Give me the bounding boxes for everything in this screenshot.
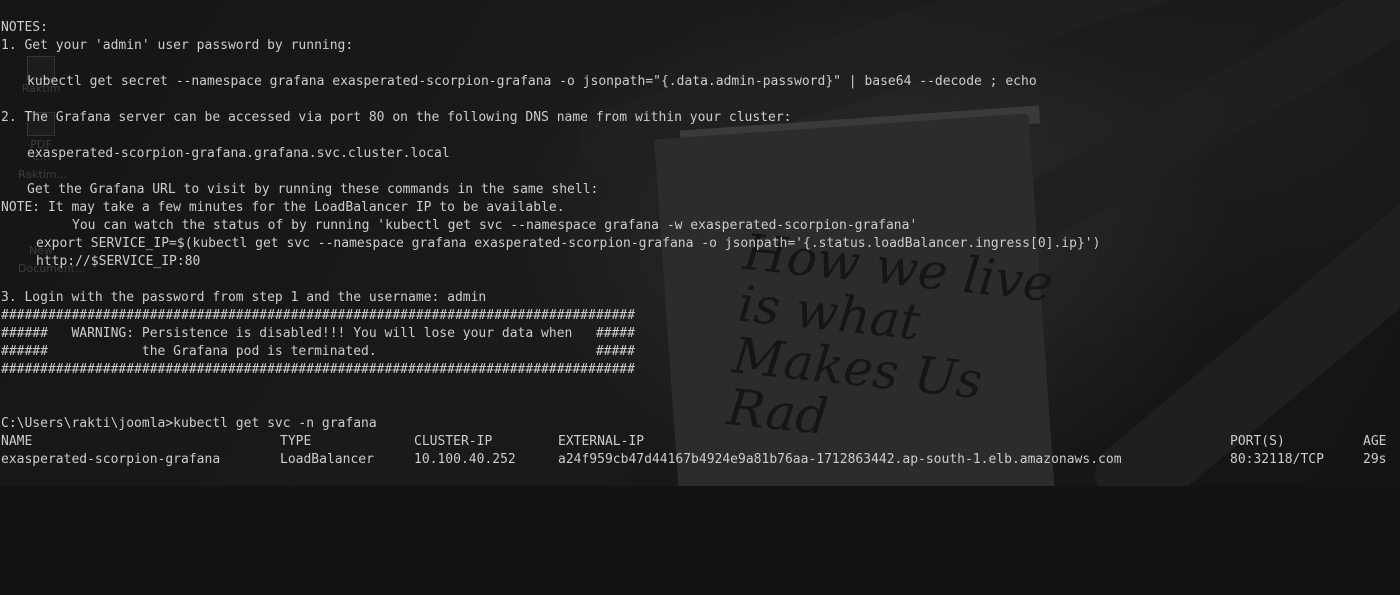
column-header-name: NAME [1,434,33,449]
table-row: exasperated-scorpion-grafana LoadBalance… [1,451,1400,469]
persistence-warning-line2: ###### the Grafana pod is terminated. ##… [1,344,635,359]
get-url-text: Get the Grafana URL to visit by running … [27,182,599,197]
service-cluster-ip: 10.100.40.252 [414,452,516,467]
http-url: http://$SERVICE_IP:80 [36,254,201,269]
service-ports: 80:32118/TCP [1230,452,1324,467]
column-header-age: AGE [1363,434,1387,449]
step2-dns-name: exasperated-scorpion-grafana.grafana.svc… [27,146,450,161]
column-header-ports: PORT(S) [1230,434,1285,449]
watch-status-text: You can watch the status of by running '… [72,218,918,233]
step3-text: 3. Login with the password from step 1 a… [1,290,487,305]
service-external-ip: a24f959cb47d44167b4924e9a81b76aa-1712863… [558,452,1122,467]
step1-text: 1. Get your 'admin' user password by run… [1,38,354,53]
notes-header: NOTES: [1,20,48,35]
persistence-warning-line1: ###### WARNING: Persistence is disabled!… [1,326,635,341]
service-type: LoadBalancer [280,452,374,467]
loadbalancer-note: NOTE: It may take a few minutes for the … [1,200,565,215]
service-name: exasperated-scorpion-grafana [1,452,221,467]
terminal-window[interactable]: NOTES: 1. Get your 'admin' user password… [0,0,1400,486]
column-header-type: TYPE [280,434,312,449]
column-header-external-ip: EXTERNAL-IP [558,434,645,449]
hash-border-bottom: ########################################… [1,362,635,377]
svc-table-header: NAME TYPE CLUSTER-IP EXTERNAL-IP PORT(S)… [1,433,1400,451]
step1-command: kubectl get secret --namespace grafana e… [27,74,1037,89]
service-age: 29s [1363,452,1387,467]
hash-border-top: ########################################… [1,308,635,323]
step2-text: 2. The Grafana server can be accessed vi… [1,110,792,125]
export-command: export SERVICE_IP=$(kubectl get svc --na… [36,236,1101,251]
column-header-cluster-ip: CLUSTER-IP [414,434,493,449]
command-prompt: C:\Users\rakti\joomla>kubectl get svc -n… [1,416,377,431]
